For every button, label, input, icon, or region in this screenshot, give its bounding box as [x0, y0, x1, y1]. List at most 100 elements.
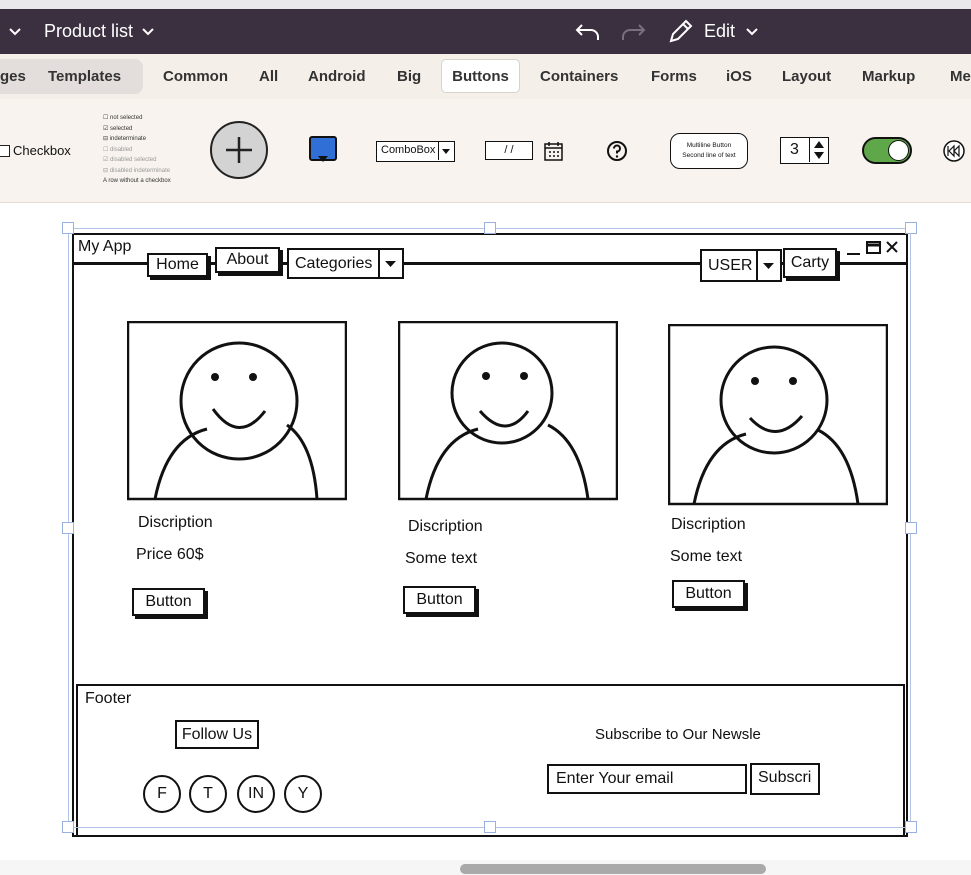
top-strip: [0, 0, 971, 9]
checkbox-list-row: ⊟ disabled indeterminate: [103, 167, 171, 174]
product-subtitle: Some text: [670, 548, 743, 565]
follow-us-button[interactable]: Follow Us: [175, 720, 259, 749]
chevron-down-icon: [756, 251, 780, 280]
pencil-icon: [669, 19, 693, 42]
chevron-down-icon: [746, 27, 758, 35]
calendar-icon[interactable]: [543, 141, 564, 162]
product-button[interactable]: Button: [132, 588, 205, 616]
tab-all[interactable]: All: [249, 59, 288, 93]
resize-handle[interactable]: [905, 821, 917, 833]
help-icon[interactable]: [606, 140, 628, 162]
nav-cart-button[interactable]: Carty: [783, 248, 837, 278]
window-controls-icon[interactable]: [845, 239, 903, 257]
tab-common[interactable]: Common: [153, 59, 238, 93]
redo-icon[interactable]: [619, 9, 647, 54]
tab-big[interactable]: Big: [387, 59, 431, 93]
edit-menu[interactable]: Edit: [666, 9, 759, 54]
rewind-icon[interactable]: [942, 139, 966, 163]
person-avatar-icon: [397, 320, 619, 501]
resize-handle[interactable]: [62, 522, 74, 534]
add-circle-button-sample[interactable]: [210, 121, 268, 179]
date-field-sample[interactable]: / /: [485, 141, 533, 160]
facebook-icon[interactable]: F: [143, 775, 181, 813]
title-bar: Product list Edit: [0, 9, 971, 54]
twitter-icon[interactable]: T: [189, 775, 227, 813]
checkbox-list-row: ☑ disabled selected: [103, 157, 157, 163]
resize-handle[interactable]: [484, 821, 496, 833]
product-description: Discription: [671, 516, 746, 533]
product-subtitle: Some text: [405, 550, 478, 567]
product-image-placeholder: [397, 320, 619, 506]
product-image-placeholder: [667, 323, 889, 511]
checkbox-list-row: ☑ selected: [103, 125, 133, 132]
multiline-button-line2: Second line of text: [682, 152, 736, 159]
toggle-knob: [888, 140, 909, 161]
user-dropdown-label: USER: [708, 257, 753, 274]
nav-about-button[interactable]: About: [215, 247, 280, 273]
resize-handle[interactable]: [905, 222, 917, 234]
tab-markup[interactable]: Markup: [852, 59, 925, 93]
person-avatar-icon: [667, 323, 889, 506]
nav-home-button[interactable]: Home: [147, 253, 208, 277]
multiline-button-line1: Multiline Button: [686, 142, 732, 149]
checkbox-sample-label: Checkbox: [13, 143, 71, 158]
component-palette: Checkbox ☐ not selected ☑ selected ⊟ ind…: [0, 99, 971, 203]
youtube-icon[interactable]: Y: [284, 775, 322, 813]
mockup-window-title: My App: [78, 238, 132, 255]
product-price: Price 60$: [136, 546, 204, 563]
chevron-down-icon: [142, 27, 154, 35]
checkbox-list-sample[interactable]: ☐ not selected ☑ selected ⊟ indeterminat…: [103, 113, 171, 187]
mockup-footer[interactable]: [76, 684, 905, 837]
checkbox-list-row: ☐ not selected: [103, 115, 143, 121]
chevron-down-icon[interactable]: [8, 9, 22, 54]
undo-icon[interactable]: [574, 9, 602, 54]
nav-categories-dropdown[interactable]: Categories: [287, 248, 404, 279]
combobox-sample[interactable]: ComboBox: [376, 141, 455, 162]
checkbox-list-row: ☐ disabled: [103, 146, 133, 153]
edit-label: Edit: [704, 21, 736, 41]
tab-containers[interactable]: Containers: [530, 59, 628, 93]
numeric-stepper-sample[interactable]: 3: [780, 137, 829, 164]
page-selector[interactable]: Product list: [44, 9, 155, 54]
subscribe-button[interactable]: Subscri: [750, 763, 820, 795]
person-avatar-icon: [126, 320, 348, 501]
combobox-sample-label: ComboBox: [381, 144, 436, 156]
resize-handle[interactable]: [905, 522, 917, 534]
tab-android[interactable]: Android: [298, 59, 376, 93]
product-image-placeholder: [126, 320, 348, 506]
tab-templates[interactable]: Templates: [38, 59, 131, 93]
linkedin-icon[interactable]: IN: [237, 775, 275, 813]
toggle-switch-sample[interactable]: [862, 137, 912, 164]
stepper-arrows-icon: [809, 138, 828, 162]
page-title: Product list: [44, 21, 134, 41]
stepper-value: 3: [790, 141, 799, 158]
color-picker-sample[interactable]: [309, 136, 337, 162]
plus-icon: [226, 137, 252, 163]
email-input[interactable]: Enter Your email: [547, 764, 747, 794]
nav-user-dropdown[interactable]: USER: [700, 249, 782, 282]
chevron-down-icon: [438, 142, 454, 160]
footer-label: Footer: [85, 690, 132, 707]
tab-forms[interactable]: Forms: [641, 59, 707, 93]
product-button[interactable]: Button: [672, 580, 745, 608]
product-description: Discription: [138, 514, 213, 531]
resize-handle[interactable]: [484, 222, 496, 234]
product-button[interactable]: Button: [403, 586, 476, 614]
checkbox-list-row: ⊟ indeterminate: [103, 136, 147, 142]
resize-handle[interactable]: [62, 222, 74, 234]
checkbox-list-row: A row without a checkbox: [103, 178, 171, 184]
tab-more[interactable]: Me: [940, 59, 971, 93]
checkbox-sample-box[interactable]: [0, 145, 10, 157]
multiline-button-sample[interactable]: Multiline Button Second line of text: [670, 133, 748, 169]
product-description: Discription: [408, 518, 483, 535]
tab-ios[interactable]: iOS: [716, 59, 762, 93]
resize-handle[interactable]: [62, 821, 74, 833]
tab-pages[interactable]: ges: [0, 59, 36, 93]
subscribe-heading: Subscribe to Our Newsle: [595, 726, 761, 743]
category-bar: ges Templates Common All Android Big But…: [0, 54, 971, 99]
caret-down-icon: [318, 156, 328, 162]
tab-layout[interactable]: Layout: [772, 59, 841, 93]
chevron-down-icon: [378, 250, 402, 277]
tab-buttons[interactable]: Buttons: [441, 59, 520, 93]
scrollbar-thumb[interactable]: [460, 864, 766, 874]
